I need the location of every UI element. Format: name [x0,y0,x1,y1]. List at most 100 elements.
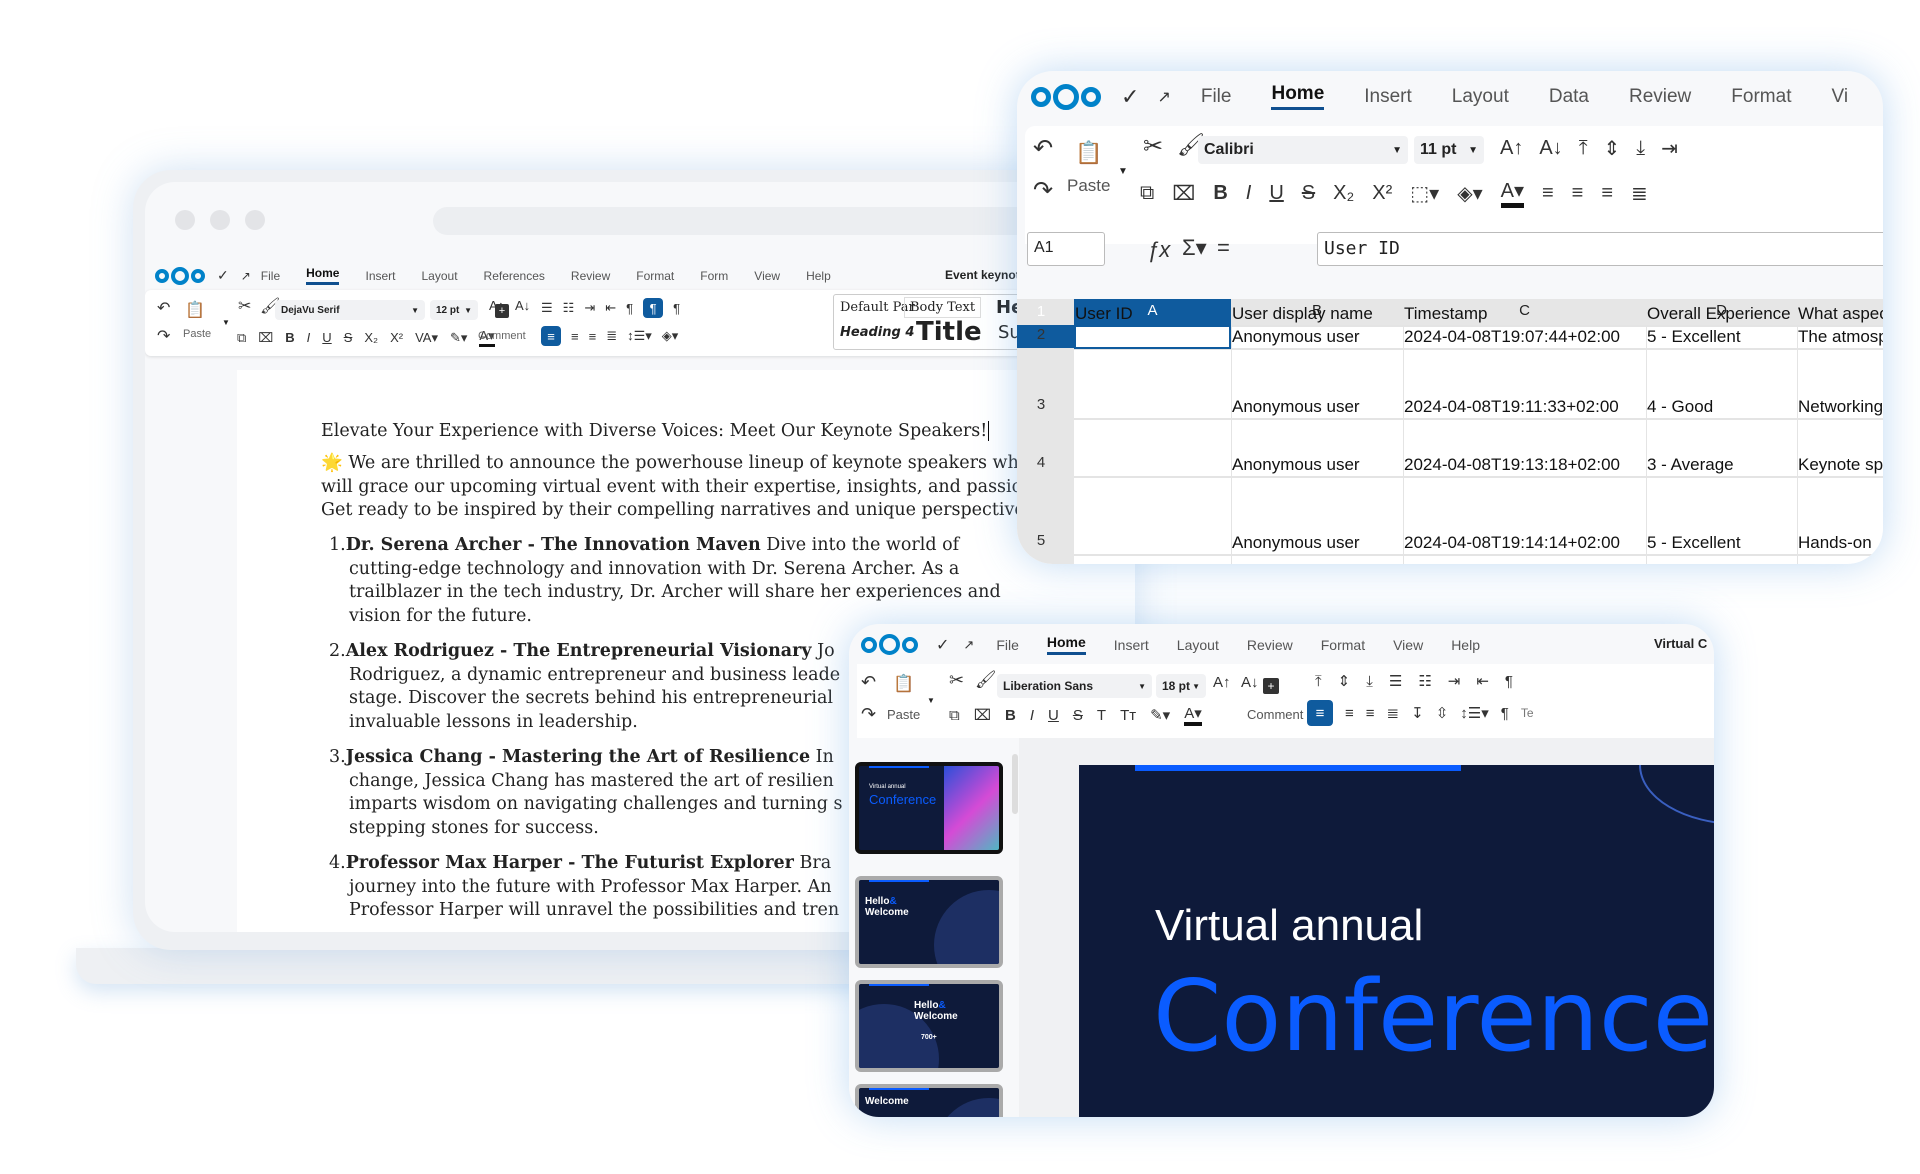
align-bottom-icon[interactable]: ⤓ [1366,673,1373,690]
cell[interactable]: 2024-04-08T19:07:44+02:00 [1404,327,1645,347]
superscript-icon[interactable]: X² [390,330,403,345]
increase-indent-icon[interactable]: ⇥ [1661,136,1678,161]
tab-layout[interactable]: Layout [422,269,458,283]
row-header-3[interactable]: 3 [1017,396,1065,413]
background-color-icon[interactable]: ◈▾ [662,328,679,344]
clear-formatting-icon[interactable]: ⌧ [974,706,991,724]
redo-icon[interactable]: ↷ [1033,176,1053,205]
cut-icon[interactable]: ✂ [949,670,964,691]
align-top-icon[interactable]: ⤒ [1579,137,1588,160]
tab-format[interactable]: Format [1321,637,1365,653]
tab-home[interactable]: Home [306,266,340,285]
bold-icon[interactable]: B [285,330,294,345]
align-center-icon[interactable]: ≡ [1572,182,1584,205]
speaker-list-item[interactable]: 3.Jessica Chang - Mastering the Art of R… [329,746,843,840]
borders-icon[interactable]: ⬚▾ [1410,181,1439,206]
cell[interactable]: User display name [1232,304,1402,324]
cell[interactable]: What aspec [1798,304,1883,324]
tab-help[interactable]: Help [806,269,831,283]
line-spacing-icon[interactable]: ↕☰▾ [627,328,652,344]
save-check-icon[interactable]: ✓ [217,267,229,284]
formula-input[interactable]: User ID [1317,232,1883,266]
shrink-font-icon[interactable]: A↓ [1539,137,1562,160]
cell[interactable]: The atmosp [1798,327,1883,347]
align-right-icon[interactable]: ≡ [1601,182,1613,205]
font-size-select[interactable]: 11 pt ▼ [1414,136,1484,164]
cell[interactable]: Networking [1798,397,1883,417]
strikethrough-icon[interactable]: S [1302,182,1315,205]
cell[interactable]: 3 - Average [1647,455,1796,475]
paste-label[interactable]: Paste [1067,176,1110,196]
align-bottom-icon[interactable]: ⤓ [1636,137,1645,160]
tab-file[interactable]: File [261,269,280,283]
shrink-font-icon[interactable]: A↓ [1241,674,1259,691]
paste-label[interactable]: Paste [887,707,920,722]
tab-help[interactable]: Help [1451,637,1480,653]
cell[interactable]: 2024-04-08T19:14:14+02:00 [1404,533,1645,553]
tab-review[interactable]: Review [571,269,610,283]
tab-file[interactable]: File [1201,86,1232,108]
clear-formatting-icon[interactable]: ⌧ [1172,181,1195,206]
italic-icon[interactable]: I [1246,182,1252,205]
tab-insert[interactable]: Insert [1364,86,1412,108]
fill-color-icon[interactable]: ◈▾ [1457,181,1482,206]
tab-review[interactable]: Review [1629,86,1691,108]
spreadsheet-grid[interactable]: A B C D 1 User ID User display name Timestamp Ov… [1017,299,1883,564]
cell[interactable]: Anonymous user [1232,533,1402,553]
italic-icon[interactable]: I [1030,707,1034,724]
slide-thumbnail[interactable]: Hello& Welcome [855,876,1003,968]
decrease-indent-icon[interactable]: ⇤ [605,300,616,316]
style-title[interactable]: Title [916,317,982,347]
numbered-list-icon[interactable]: ☷ [1418,672,1431,690]
font-size-select[interactable]: 18 pt ▼ [1156,674,1206,698]
vertical-center-icon[interactable]: ⇳ [1436,704,1449,722]
font-color-icon[interactable]: A▾ [1184,704,1202,726]
justify-icon[interactable]: ≣ [1631,181,1648,206]
document-heading[interactable]: Elevate Your Experience with Diverse Voi… [321,420,990,444]
justify-icon[interactable]: ≣ [1387,704,1400,722]
underline-icon[interactable]: U [322,330,331,345]
grow-font-icon[interactable]: A↑ [1213,674,1231,691]
cell[interactable]: Timestamp [1404,304,1645,324]
tab-insert[interactable]: Insert [1114,637,1149,653]
open-external-icon[interactable]: ↗ [1157,87,1170,107]
main-slide[interactable]: Virtual annual Conference [1079,765,1714,1117]
underline-icon[interactable]: U [1048,707,1059,724]
character-spacing-icon[interactable]: VA▾ [415,330,438,346]
increase-indent-icon[interactable]: ⇥ [584,300,595,316]
comment-icon[interactable]: + [495,304,509,318]
tab-layout[interactable]: Layout [1177,637,1219,653]
cell[interactable]: Anonymous user [1232,455,1402,475]
justify-icon[interactable]: ≣ [606,328,617,344]
line-spacing-icon[interactable]: ↕☰▾ [1460,704,1488,722]
name-box[interactable]: A1 [1027,232,1105,266]
strikethrough-icon[interactable]: S [344,330,353,345]
tab-form[interactable]: Form [700,269,728,283]
align-right-icon[interactable]: ≡ [1366,705,1375,722]
cell[interactable]: Hands-on [1798,533,1883,553]
grow-font-icon[interactable]: A↑ [1500,137,1523,160]
row-header-1[interactable]: 1 [1017,303,1065,320]
cell[interactable]: 5 - Excellent [1647,533,1796,553]
cell[interactable]: 2024-04-08T19:13:18+02:00 [1404,455,1645,475]
rtl-paragraph-icon[interactable]: ¶ [1501,705,1509,722]
function-wizard-icon[interactable]: ƒx [1147,237,1170,263]
tab-home[interactable]: Home [1046,634,1086,655]
paste-icon[interactable]: 📋 [893,674,914,694]
undo-icon[interactable]: ↶ [157,298,170,318]
font-name-select[interactable]: Liberation Sans ▼ [997,674,1152,698]
slide-pane-scrollbar[interactable] [1012,754,1018,814]
row-header-4[interactable]: 4 [1017,454,1065,471]
shrink-font-icon[interactable]: A↓ [515,298,530,313]
align-center-icon[interactable]: ≡ [571,329,579,344]
tab-format[interactable]: Format [1731,86,1791,108]
row-header-2[interactable]: 2 [1017,326,1065,343]
ltr-paragraph-icon[interactable]: ¶ [643,298,664,318]
align-left-icon[interactable]: ≡ [1307,700,1333,726]
font-color-icon[interactable]: A▾ [1500,178,1524,208]
intro-paragraph[interactable]: 🌟 We are thrilled to announce the powerh… [321,452,1034,523]
redo-icon[interactable]: ↷ [861,704,876,725]
clone-formatting-icon[interactable]: 🖌 [975,670,997,690]
tab-layout[interactable]: Layout [1452,86,1509,108]
superscript-icon[interactable]: X² [1372,182,1392,205]
